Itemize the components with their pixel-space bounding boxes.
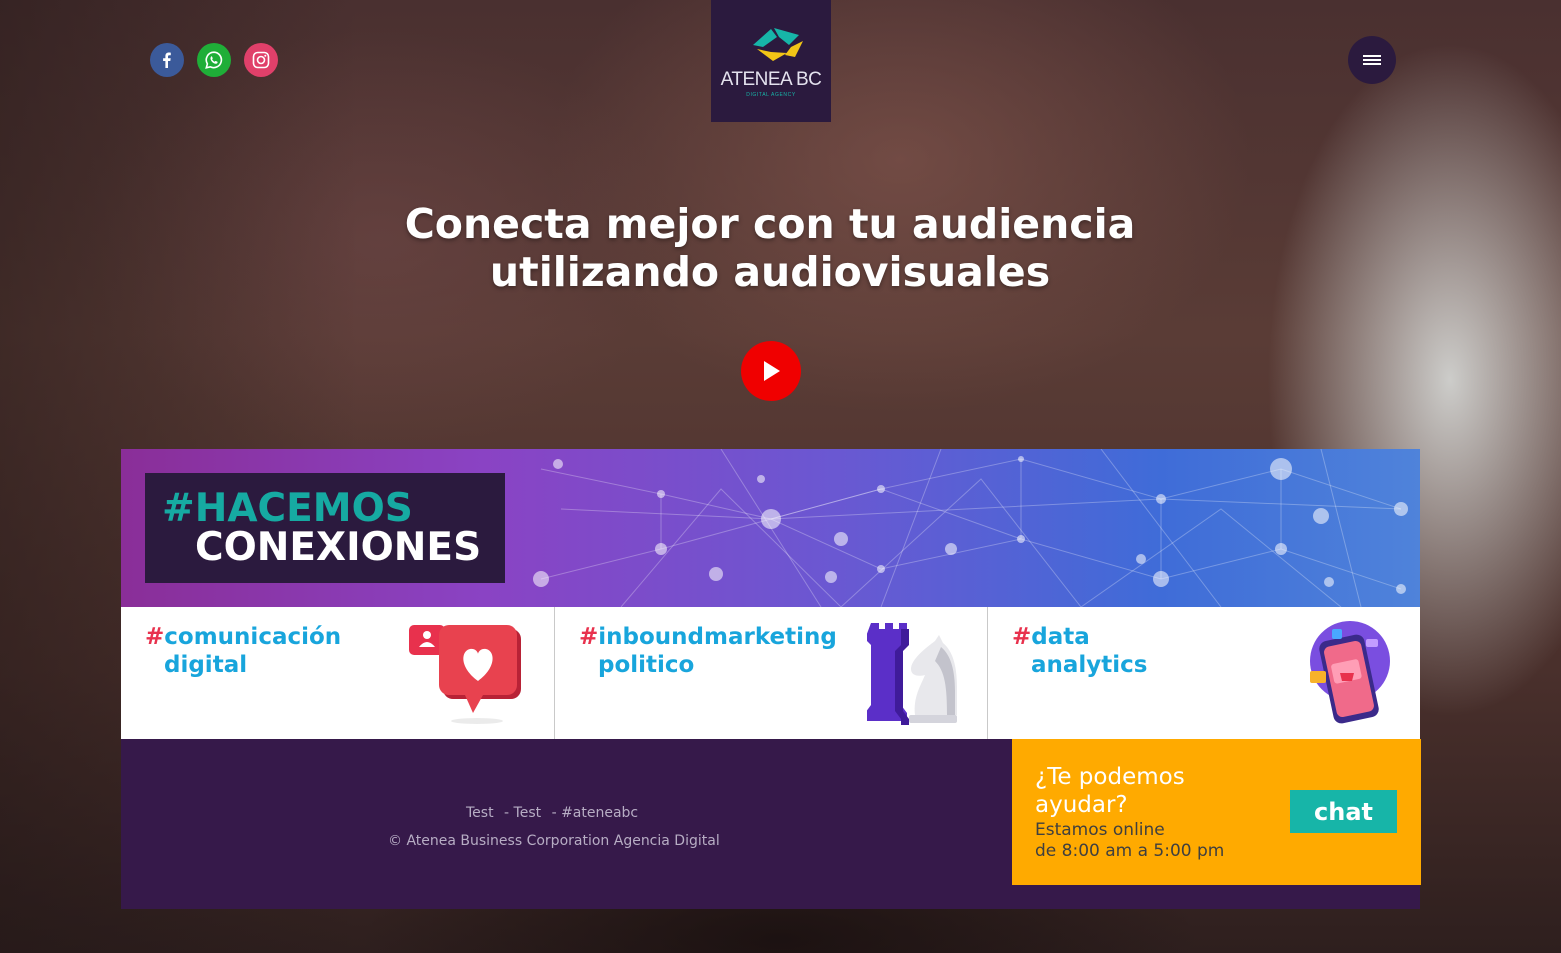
card-title: #inboundmarketing politico [579,623,837,679]
hero-title-line1: Conecta mejor con tu audiencia [404,200,1136,248]
hamburger-menu-icon [1363,55,1381,65]
card-title: #comunicación digital [145,623,341,679]
play-icon [764,361,780,381]
facebook-icon [163,52,171,68]
instagram-icon [252,51,270,69]
card-title-line1: inboundmarketing [598,624,837,650]
card-title-line2: digital [164,652,248,678]
play-video-button[interactable] [741,341,801,401]
tag-line-2: CONEXIONES [195,525,482,570]
facebook-link[interactable] [150,43,184,77]
hero-title-line2: utilizando audiovisuales [489,248,1051,296]
card-title: #data analytics [1012,623,1148,679]
card-hash: # [145,624,165,650]
help-question: ¿Te podemos ayudar? [1035,764,1185,818]
chess-pieces-icon [867,623,957,725]
service-cards: #comunicación digital #inboundmarketing … [121,607,1420,739]
help-online-line2: de 8:00 am a 5:00 pm [1035,841,1225,861]
logo-emblem-icon [753,27,803,61]
hacemos-conexiones-tag: #HACEMOS CONEXIONES [145,473,505,583]
conexiones-banner: #HACEMOS CONEXIONES [121,449,1420,607]
card-comunicacion-digital[interactable]: #comunicación digital [121,607,554,739]
logo[interactable]: ATENEA BC DIGITAL AGENCY [711,0,831,122]
whatsapp-link[interactable] [197,43,231,77]
copyright-text: © Atenea Business Corporation Agencia Di… [388,833,720,849]
card-data-analytics[interactable]: #data analytics [987,607,1420,739]
card-title-line1: data [1031,624,1090,650]
card-title-line2: analytics [1031,652,1148,678]
help-online-line1: Estamos online [1035,820,1165,840]
logo-name: ATENEA BC [720,68,822,90]
help-online-hours: Estamos online de 8:00 am a 5:00 pm [1035,820,1224,862]
card-inboundmarketing-politico[interactable]: #inboundmarketing politico [554,607,987,739]
footer-link-1[interactable]: Test [466,805,494,821]
shopping-phone-icon [1310,621,1390,724]
footer-link-2[interactable]: - Test [504,805,541,821]
logo-tagline: DIGITAL AGENCY [746,91,796,98]
chat-button[interactable]: chat [1290,790,1397,833]
footer-link-3[interactable]: - #ateneabc [552,805,639,821]
help-box: ¿Te podemos ayudar? Estamos online de 8:… [1012,739,1421,885]
heart-speech-bubble-icon [409,625,521,724]
card-hash: # [1012,624,1032,650]
hero-title: Conecta mejor con tu audiencia utilizand… [330,200,1210,296]
instagram-link[interactable] [244,43,278,77]
card-title-line1: comunicación [164,624,342,650]
footer-links: Test - Test - #ateneabc [466,805,644,821]
card-hash: # [579,624,599,650]
whatsapp-icon [205,51,223,69]
card-title-line2: politico [598,652,695,678]
tag-hash: # [162,486,195,531]
social-links [150,43,278,77]
menu-button[interactable] [1348,36,1396,84]
